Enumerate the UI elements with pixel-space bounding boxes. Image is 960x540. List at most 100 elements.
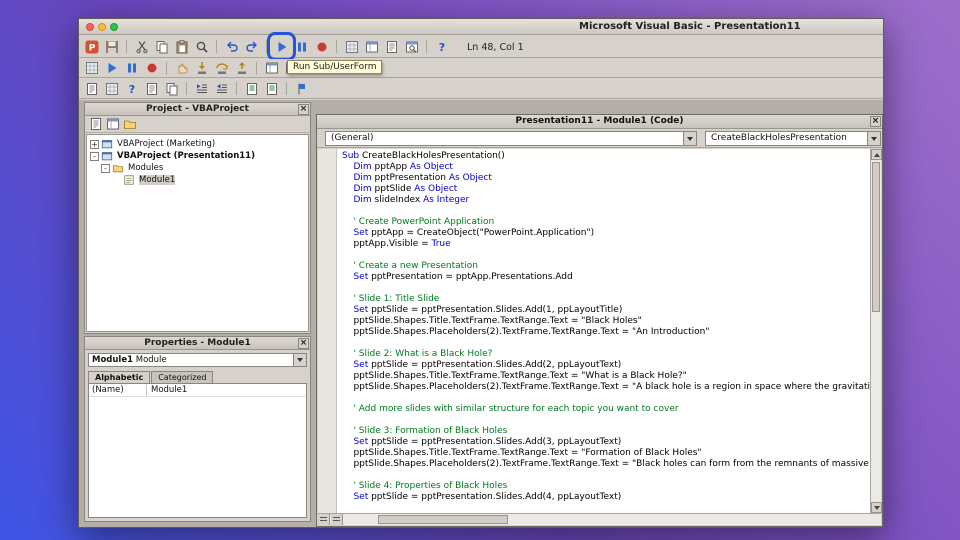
powerpoint-icon[interactable]: P xyxy=(83,38,100,55)
complete-word-icon[interactable] xyxy=(163,80,180,97)
close-traffic-light[interactable] xyxy=(86,23,94,31)
undo-icon[interactable] xyxy=(223,38,240,55)
vertical-scrollbar[interactable] xyxy=(870,149,881,513)
object-selector-dropdown[interactable]: (General) xyxy=(325,131,697,146)
design-mode-icon[interactable] xyxy=(83,60,100,77)
locals-window-icon[interactable] xyxy=(263,60,280,77)
find-icon[interactable] xyxy=(193,38,210,55)
close-icon[interactable]: × xyxy=(870,116,881,127)
code-line[interactable] xyxy=(342,250,870,261)
code-line[interactable]: pptSlide.Shapes.Placeholders(2).TextFram… xyxy=(342,382,870,393)
view-code-icon[interactable] xyxy=(88,117,103,132)
quick-info-icon[interactable]: ? xyxy=(123,80,140,97)
indent-icon[interactable] xyxy=(193,80,210,97)
horizontal-scroll-thumb[interactable] xyxy=(378,515,508,524)
code-line[interactable]: ' Slide 3: Formation of Black Holes xyxy=(342,426,870,437)
code-line[interactable]: ' Create PowerPoint Application xyxy=(342,217,870,228)
chevron-down-icon[interactable] xyxy=(293,354,306,366)
tab-alphabetic[interactable]: Alphabetic xyxy=(88,371,150,383)
run-sub-userform-icon[interactable] xyxy=(103,60,120,77)
property-value[interactable]: Module1 xyxy=(147,384,187,396)
code-line[interactable] xyxy=(342,415,870,426)
comment-block-icon[interactable] xyxy=(243,80,260,97)
step-over-icon[interactable] xyxy=(213,60,230,77)
close-icon[interactable]: × xyxy=(298,338,309,349)
code-line[interactable]: ' Add more slides with similar structure… xyxy=(342,404,870,415)
collapse-icon[interactable]: - xyxy=(90,152,99,161)
help-icon[interactable]: ? xyxy=(433,38,450,55)
code-line[interactable]: pptSlide.Shapes.Placeholders(2).TextFram… xyxy=(342,327,870,338)
expand-icon[interactable]: + xyxy=(90,140,99,149)
property-row[interactable]: (Name)Module1 xyxy=(89,384,306,397)
code-line[interactable]: Set pptSlide = pptPresentation.Slides.Ad… xyxy=(342,360,870,371)
object-dropdown[interactable]: Module1 Module xyxy=(88,353,307,367)
chevron-down-icon[interactable] xyxy=(683,132,696,145)
step-into-icon[interactable] xyxy=(193,60,210,77)
list-properties-icon[interactable] xyxy=(83,80,100,97)
procedure-selector-dropdown[interactable]: CreateBlackHolesPresentation xyxy=(705,131,881,146)
code-line[interactable]: Dim pptApp As Object xyxy=(342,162,870,173)
break-icon[interactable] xyxy=(123,60,140,77)
project-explorer-icon[interactable] xyxy=(363,38,380,55)
code-line[interactable]: Dim pptPresentation As Object xyxy=(342,173,870,184)
code-line[interactable]: Set pptSlide = pptPresentation.Slides.Ad… xyxy=(342,437,870,448)
cut-icon[interactable] xyxy=(133,38,150,55)
code-line[interactable]: Set pptApp = CreateObject("PowerPoint.Ap… xyxy=(342,228,870,239)
run-sub-userform-icon[interactable] xyxy=(273,38,290,55)
code-line[interactable]: ' Slide 4: Properties of Black Holes xyxy=(342,481,870,492)
list-constants-icon[interactable] xyxy=(103,80,120,97)
toggle-folders-icon[interactable] xyxy=(122,117,137,132)
code-line[interactable] xyxy=(342,206,870,217)
full-module-view-button[interactable] xyxy=(331,514,343,525)
tab-categorized[interactable]: Categorized xyxy=(151,371,213,383)
code-line[interactable]: ' Create a new Presentation xyxy=(342,261,870,272)
code-line[interactable]: ' Slide 1: Title Slide xyxy=(342,294,870,305)
scroll-up-arrow-icon[interactable] xyxy=(871,149,882,160)
chevron-down-icon[interactable] xyxy=(867,132,880,145)
save-icon[interactable] xyxy=(103,38,120,55)
reset-icon[interactable] xyxy=(313,38,330,55)
vertical-scroll-thumb[interactable] xyxy=(872,162,880,312)
reset-icon[interactable] xyxy=(143,60,160,77)
uncomment-block-icon[interactable] xyxy=(263,80,280,97)
code-line[interactable] xyxy=(342,283,870,294)
project-panel-header[interactable]: Project - VBAProject × xyxy=(85,103,310,116)
code-line[interactable]: Dim pptSlide As Object xyxy=(342,184,870,195)
parameter-info-icon[interactable] xyxy=(143,80,160,97)
code-line[interactable]: Dim slideIndex As Integer xyxy=(342,195,870,206)
scroll-down-arrow-icon[interactable] xyxy=(871,502,882,513)
step-out-icon[interactable] xyxy=(233,60,250,77)
procedure-view-button[interactable] xyxy=(318,514,330,525)
tree-item-module1[interactable]: Module1 xyxy=(87,174,308,186)
code-content[interactable]: Sub CreateBlackHolesPresentation() Dim p… xyxy=(342,151,870,513)
redo-icon[interactable] xyxy=(243,38,260,55)
horizontal-scrollbar[interactable] xyxy=(318,513,881,525)
design-mode-icon[interactable] xyxy=(343,38,360,55)
collapse-icon[interactable]: - xyxy=(101,164,110,173)
code-line[interactable]: Set pptPresentation = pptApp.Presentatio… xyxy=(342,272,870,283)
window-titlebar[interactable]: Microsoft Visual Basic - Presentation11 xyxy=(79,19,883,35)
minimize-traffic-light[interactable] xyxy=(98,23,106,31)
zoom-traffic-light[interactable] xyxy=(110,23,118,31)
toggle-breakpoint-icon[interactable] xyxy=(173,60,190,77)
code-line[interactable]: pptSlide.Shapes.Title.TextFrame.TextRang… xyxy=(342,316,870,327)
tree-item-vbaproject-marketing[interactable]: +VBAProject (Marketing) xyxy=(87,138,308,150)
object-browser-icon[interactable] xyxy=(403,38,420,55)
properties-window-icon[interactable] xyxy=(383,38,400,55)
code-line[interactable]: Set pptSlide = pptPresentation.Slides.Ad… xyxy=(342,492,870,503)
code-window-titlebar[interactable]: Presentation11 - Module1 (Code) × xyxy=(317,115,882,129)
close-icon[interactable]: × xyxy=(298,104,309,115)
code-line[interactable]: ' Slide 2: What is a Black Hole? xyxy=(342,349,870,360)
code-line[interactable] xyxy=(342,393,870,404)
code-line[interactable]: pptApp.Visible = True xyxy=(342,239,870,250)
outdent-icon[interactable] xyxy=(213,80,230,97)
paste-icon[interactable] xyxy=(173,38,190,55)
code-line[interactable] xyxy=(342,470,870,481)
code-line[interactable]: Sub CreateBlackHolesPresentation() xyxy=(342,151,870,162)
break-icon[interactable] xyxy=(293,38,310,55)
tree-item-modules[interactable]: -Modules xyxy=(87,162,308,174)
code-editor-area[interactable]: Sub CreateBlackHolesPresentation() Dim p… xyxy=(318,149,881,513)
toggle-bookmark-icon[interactable] xyxy=(293,80,310,97)
tree-item-vbaproject-presentation11[interactable]: -VBAProject (Presentation11) xyxy=(87,150,308,162)
properties-panel-header[interactable]: Properties - Module1 × xyxy=(85,337,310,350)
